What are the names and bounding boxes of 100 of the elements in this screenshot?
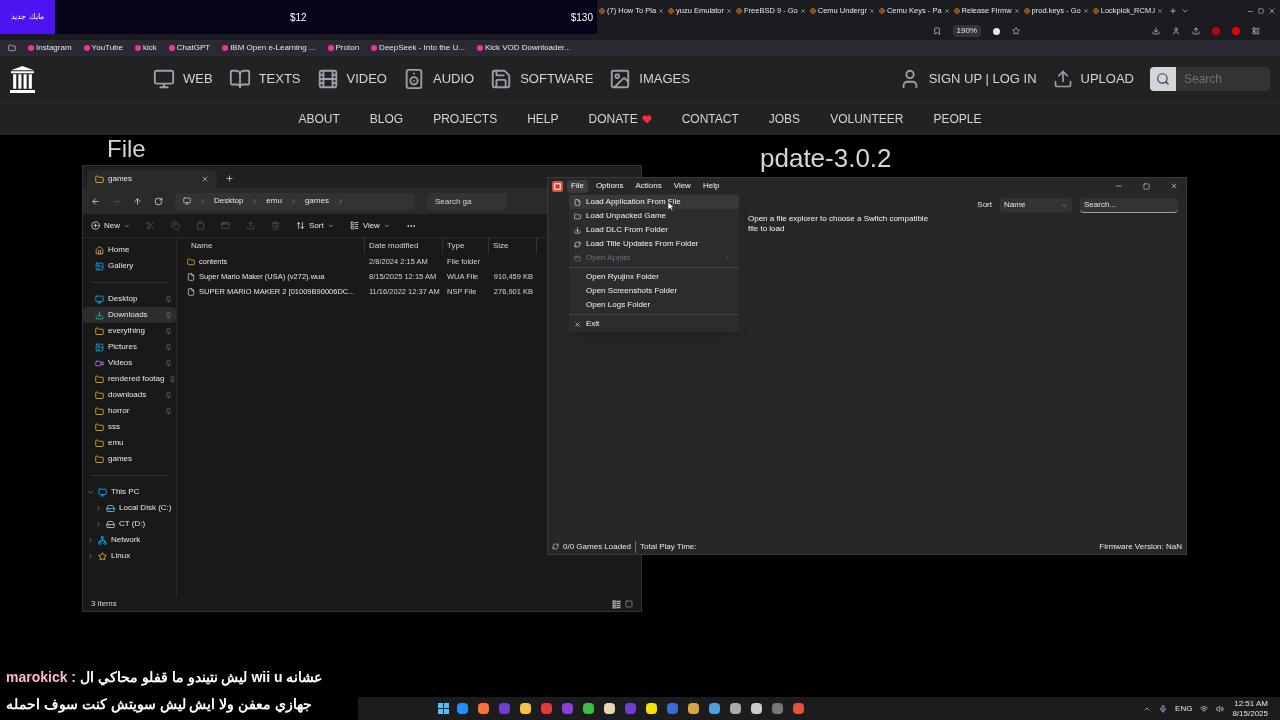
menu-entry[interactable]: Open Ryujinx Folder xyxy=(569,270,739,284)
taskbar-app-icon[interactable] xyxy=(456,703,468,714)
sidebar-item[interactable]: downloads xyxy=(83,387,176,403)
nav-link[interactable]: IMAGES xyxy=(609,68,690,90)
taskbar-app-icon[interactable] xyxy=(519,703,531,714)
menu-item[interactable]: View xyxy=(669,179,695,193)
search-field[interactable]: Search xyxy=(1176,67,1270,91)
download-icon[interactable] xyxy=(1152,27,1160,35)
volume-icon[interactable] xyxy=(1216,704,1225,713)
nav-link[interactable]: TEXTS xyxy=(228,68,301,90)
new-tab-icon[interactable] xyxy=(225,174,234,183)
close-icon[interactable] xyxy=(658,8,665,14)
menu-entry[interactable]: Load Title Updates From Folder xyxy=(569,237,739,251)
breadcrumb-item[interactable]: emu xyxy=(266,195,282,207)
search-field[interactable]: Search... xyxy=(1080,197,1178,213)
close-icon[interactable] xyxy=(201,175,209,183)
windows-logo-icon[interactable] xyxy=(437,703,449,714)
close-icon[interactable] xyxy=(726,8,732,14)
taskbar-app-icon[interactable] xyxy=(477,703,489,714)
refresh-icon[interactable] xyxy=(552,543,559,550)
extension-icon[interactable] xyxy=(1212,27,1220,35)
nav-link[interactable]: VOLUNTEER xyxy=(830,110,904,128)
taskbar-app-icon[interactable] xyxy=(582,703,594,714)
chevron-right-icon[interactable] xyxy=(87,536,94,544)
tree-item[interactable]: Linux xyxy=(83,548,176,564)
bookmark-item[interactable]: DeepSeek - Into the U... xyxy=(371,42,465,54)
view-button[interactable]: View xyxy=(349,219,390,232)
bookmark-item[interactable]: IBM Open e-Learning ... xyxy=(222,42,316,54)
window-tab[interactable]: games xyxy=(87,170,217,188)
back-icon[interactable] xyxy=(91,196,100,206)
menu-entry[interactable]: Load Application From File xyxy=(569,195,739,209)
close-icon[interactable] xyxy=(799,8,806,14)
nav-link[interactable]: HELP xyxy=(527,110,559,128)
menu-entry[interactable]: Open Logs Folder xyxy=(569,298,739,312)
nav-link[interactable]: VIDEO xyxy=(316,68,387,90)
column-header[interactable]: Type xyxy=(443,238,489,254)
nav-link[interactable]: ABOUT xyxy=(298,110,340,128)
taskbar-app-icon[interactable] xyxy=(645,703,657,714)
minimize-icon[interactable] xyxy=(1115,182,1123,190)
menu-item[interactable]: Options xyxy=(591,179,628,193)
bookmark-item[interactable]: Instagram xyxy=(28,42,72,54)
tiles-view-icon[interactable] xyxy=(625,600,633,608)
new-button[interactable]: New xyxy=(91,219,130,232)
menu-item[interactable]: Actions xyxy=(631,179,666,193)
share-icon[interactable] xyxy=(1192,27,1200,35)
nav-link[interactable]: BLOG xyxy=(369,110,404,128)
sort-dropdown[interactable]: Name xyxy=(1000,197,1072,213)
taskbar-app-icon[interactable] xyxy=(603,703,615,714)
address-bar[interactable]: Desktop emu games xyxy=(175,192,415,210)
bookmark-item[interactable]: Proton xyxy=(327,42,360,54)
sidebar-item[interactable]: everything xyxy=(83,323,176,339)
sidebar-item[interactable]: games xyxy=(83,451,176,467)
nav-link[interactable]: CONTACT xyxy=(681,110,739,128)
reader-view-icon[interactable] xyxy=(932,27,941,35)
tree-item[interactable]: Local Disk (C:) xyxy=(83,500,176,516)
menu-item[interactable]: File xyxy=(567,179,588,193)
sidebar-item[interactable]: Home xyxy=(83,242,176,258)
building-logo-icon[interactable] xyxy=(10,65,35,93)
sidebar-item[interactable]: Downloads xyxy=(83,307,176,323)
breadcrumb-item[interactable]: games xyxy=(304,195,329,207)
close-icon[interactable] xyxy=(943,8,950,14)
nav-link[interactable]: AUDIO xyxy=(403,68,475,90)
bookmark-item[interactable]: Kick VOD Downloader... xyxy=(476,42,571,54)
refresh-icon[interactable] xyxy=(154,196,163,206)
zoom-level[interactable]: 190% xyxy=(952,25,981,37)
tree-item[interactable]: Network xyxy=(83,532,176,548)
account-icon[interactable] xyxy=(1172,27,1180,35)
nav-link[interactable]: PROJECTS xyxy=(433,110,498,128)
sidebar-item[interactable]: Gallery xyxy=(83,258,176,274)
taskbar-app-icon[interactable] xyxy=(687,703,699,714)
chevron-right-icon[interactable] xyxy=(87,552,94,560)
nav-link[interactable]: SOFTWARE xyxy=(490,68,594,90)
menu-icon[interactable] xyxy=(1252,27,1260,35)
chevron-right-icon[interactable] xyxy=(95,520,102,528)
menu-item[interactable]: Help xyxy=(698,179,724,193)
close-icon[interactable] xyxy=(1013,8,1020,14)
details-view-icon[interactable] xyxy=(612,599,621,609)
menu-entry[interactable]: Load DLC From Folder xyxy=(569,223,739,237)
bookmark-star-icon[interactable] xyxy=(1012,27,1020,35)
taskbar-app-icon[interactable] xyxy=(750,703,762,714)
sidebar-item[interactable]: Desktop xyxy=(83,291,176,307)
clock-time[interactable]: 12:51 AM xyxy=(1234,698,1268,709)
column-header[interactable]: Date modified xyxy=(365,238,443,254)
bookmark-item[interactable]: YouTube xyxy=(83,42,123,54)
column-header[interactable]: Name xyxy=(185,238,365,254)
sidebar-item[interactable]: horror xyxy=(83,403,176,419)
bookmark-item[interactable]: ChatGPT xyxy=(168,42,211,54)
close-icon[interactable] xyxy=(1156,8,1163,14)
column-header[interactable]: Size xyxy=(489,238,537,254)
sidebar-item[interactable]: emu xyxy=(83,435,176,451)
close-icon[interactable] xyxy=(1082,8,1089,14)
sidebar-item[interactable]: sss xyxy=(83,419,176,435)
menu-entry[interactable]: Load Unpacked Game xyxy=(569,209,739,223)
sidebar-item[interactable]: Videos xyxy=(83,355,176,371)
network-icon[interactable] xyxy=(1200,704,1209,713)
maximize-icon[interactable] xyxy=(1258,8,1264,14)
search-button[interactable] xyxy=(1150,67,1176,91)
close-icon[interactable] xyxy=(1268,7,1276,15)
sign-in-link[interactable]: SIGN UP | LOG IN xyxy=(898,68,1037,90)
menu-entry[interactable]: Open Screenshots Folder xyxy=(569,284,739,298)
